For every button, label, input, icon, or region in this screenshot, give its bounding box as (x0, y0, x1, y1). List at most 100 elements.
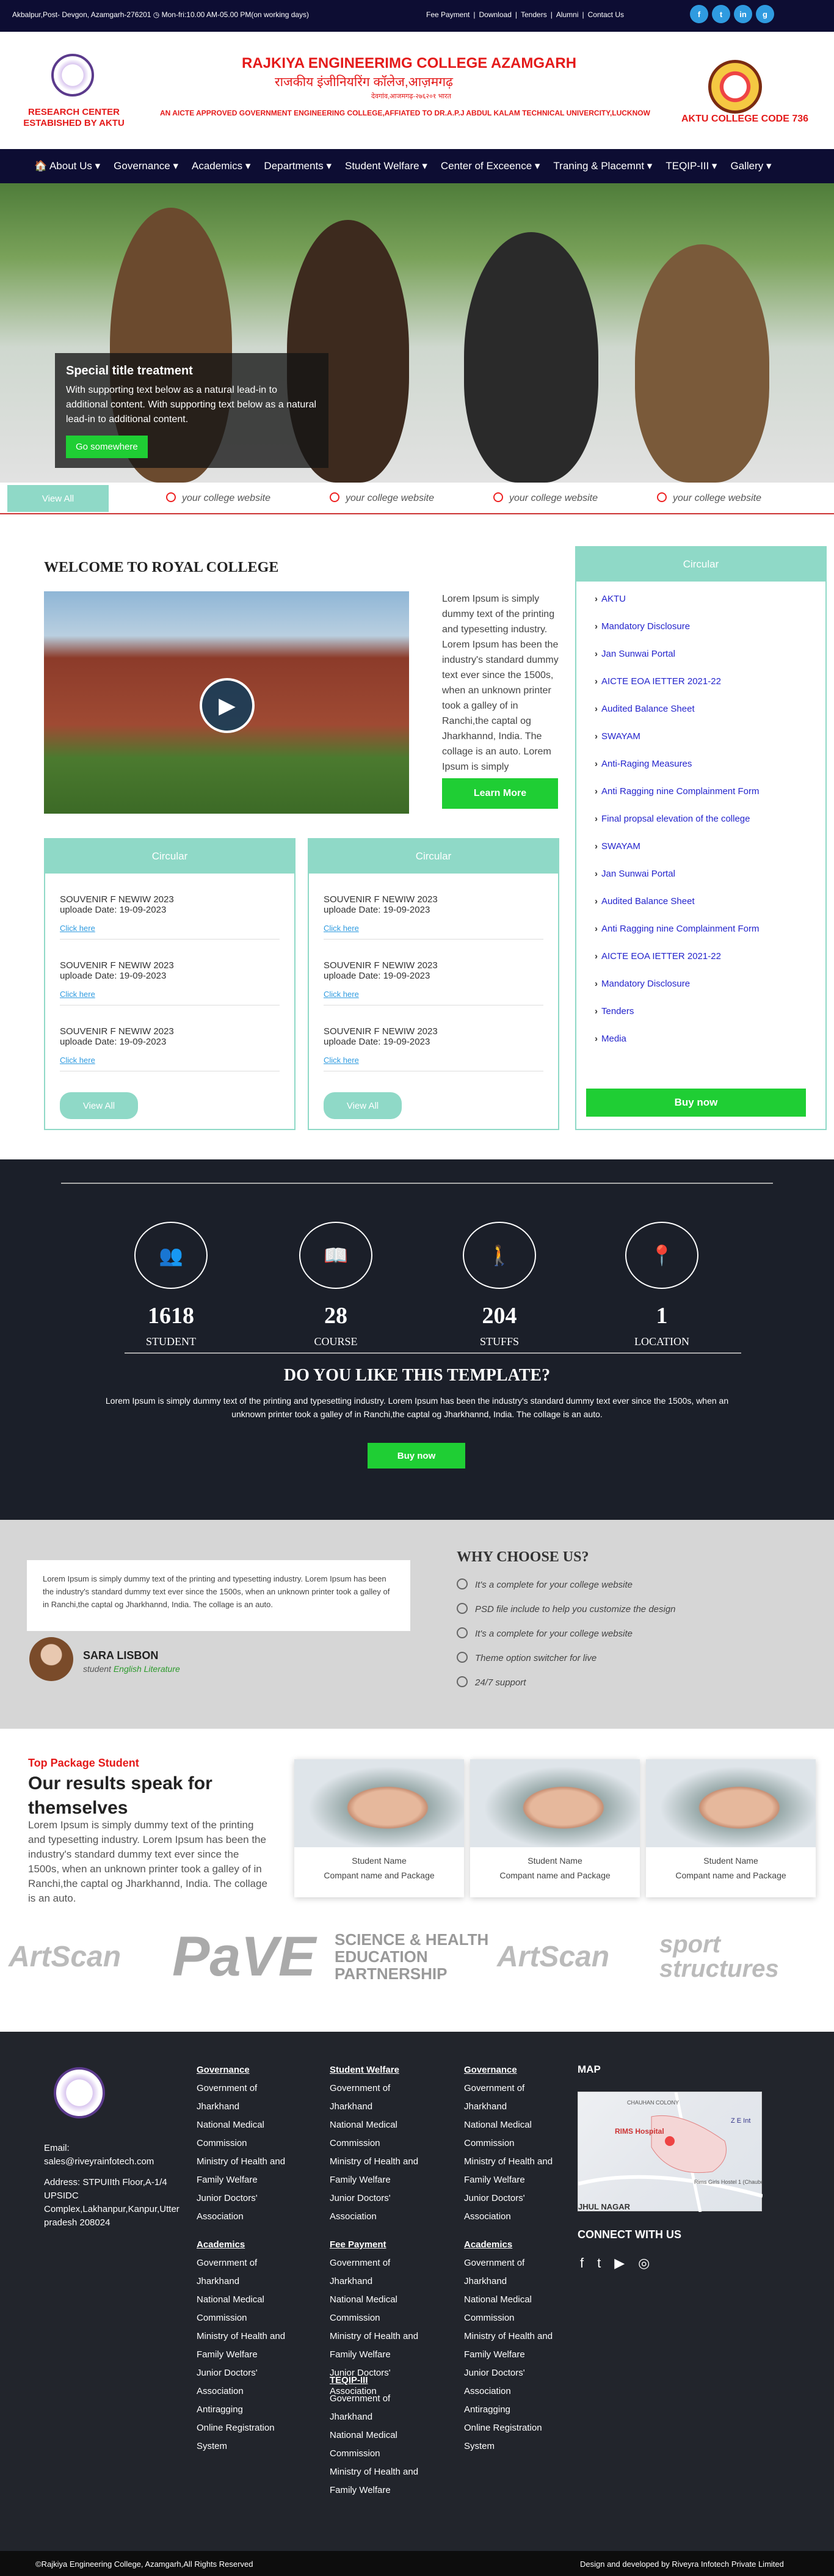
side-link[interactable]: › SWAYAM (595, 841, 825, 869)
footer-email[interactable]: Email: sales@riveyrainfotech.com (44, 2142, 166, 2169)
footer-column-title[interactable]: Academics (464, 2236, 562, 2254)
view-all-button[interactable]: View All (60, 1092, 138, 1119)
click-here-link[interactable]: Click here (60, 1056, 280, 1071)
side-link[interactable]: › Audited Balance Sheet (595, 896, 825, 924)
footer-link[interactable]: National Medical Commission (330, 2291, 427, 2327)
go-somewhere-button[interactable]: Go somewhere (66, 436, 148, 458)
footer-link[interactable]: Online Registration System (464, 2419, 562, 2456)
ticker-item[interactable]: your college website (657, 492, 761, 504)
play-icon[interactable]: ▶ (200, 678, 255, 733)
footer-link[interactable]: Junior Doctors' Association (330, 2189, 427, 2226)
side-link[interactable]: › Tenders (595, 1006, 825, 1034)
nav-governance[interactable]: Governance ▾ (114, 160, 178, 172)
footer-column-title[interactable]: Student Welfare (330, 2061, 427, 2079)
footer-column-title[interactable]: TEQIP-III (330, 2371, 427, 2390)
google-icon[interactable]: g (756, 5, 774, 23)
side-link[interactable]: › Anti Ragging nine Complainment Form (595, 924, 825, 951)
youtube-icon[interactable]: ▶ (614, 2255, 625, 2271)
fee-payment-link[interactable]: Fee Payment (426, 10, 470, 19)
footer-link[interactable]: Ministry of Health and Family Welfare (197, 2153, 294, 2189)
buy-now-button[interactable]: Buy now (586, 1089, 806, 1117)
footer-link[interactable]: National Medical Commission (464, 2291, 562, 2327)
footer-link[interactable]: Antiragging (197, 2401, 294, 2419)
twitter-icon[interactable]: t (712, 5, 730, 23)
side-link[interactable]: › Anti Ragging nine Complainment Form (595, 786, 825, 814)
footer-link[interactable]: Antiragging (464, 2401, 562, 2419)
student-card[interactable]: Student Name Compant name and Package (294, 1759, 464, 1897)
instagram-icon[interactable]: ◎ (638, 2255, 650, 2271)
footer-column-title[interactable]: Governance (464, 2061, 562, 2079)
location-map[interactable]: CHAUHAN COLONY RIMS Hospital Z E Int Rim… (578, 2092, 775, 2213)
side-link[interactable]: › Jan Sunwai Portal (595, 869, 825, 896)
footer-link[interactable]: National Medical Commission (464, 2116, 562, 2153)
footer-link[interactable]: National Medical Commission (197, 2116, 294, 2153)
nav-gallery[interactable]: Gallery ▾ (730, 160, 771, 172)
contact-link[interactable]: Contact Us (588, 10, 624, 19)
side-link[interactable]: › AKTU (595, 594, 825, 621)
side-link[interactable]: › Mandatory Disclosure (595, 979, 825, 1006)
ticker-item[interactable]: your college website (330, 492, 434, 504)
download-link[interactable]: Download (479, 10, 512, 19)
view-all-button[interactable]: View All (324, 1092, 402, 1119)
side-link[interactable]: › Media (595, 1034, 825, 1061)
footer-link[interactable]: Ministry of Health and Family Welfare (197, 2327, 294, 2364)
footer-column-title[interactable]: Governance (197, 2061, 294, 2079)
footer-link[interactable]: Junior Doctors' Association (464, 2364, 562, 2401)
promo-buy-button[interactable]: Buy now (368, 1443, 465, 1469)
footer-link[interactable]: Government of Jharkhand (197, 2079, 294, 2116)
side-link[interactable]: › SWAYAM (595, 731, 825, 759)
footer-column-title[interactable]: Fee Payment (330, 2236, 427, 2254)
nav-academics[interactable]: Academics ▾ (192, 160, 250, 172)
facebook-icon[interactable]: f (690, 5, 708, 23)
footer-link[interactable]: National Medical Commission (330, 2426, 427, 2463)
footer-column-title[interactable]: Academics (197, 2236, 294, 2254)
student-card[interactable]: Student Name Compant name and Package (646, 1759, 816, 1897)
nav-about[interactable]: 🏠 About Us ▾ (34, 160, 100, 172)
footer-link[interactable]: Junior Doctors' Association (197, 2364, 294, 2401)
click-here-link[interactable]: Click here (324, 990, 543, 1005)
student-card[interactable]: Student Name Compant name and Package (470, 1759, 640, 1897)
nav-student-welfare[interactable]: Student Welfare ▾ (345, 160, 427, 172)
alumni-link[interactable]: Alumni (556, 10, 579, 19)
side-link[interactable]: › Final propsal elevation of the college (595, 814, 825, 841)
tenders-link[interactable]: Tenders (521, 10, 547, 19)
facebook-icon[interactable]: f (580, 2255, 584, 2271)
footer-link[interactable]: National Medical Commission (197, 2291, 294, 2327)
click-here-link[interactable]: Click here (324, 1056, 543, 1071)
footer-link[interactable]: Ministry of Health and Family Welfare (330, 2153, 427, 2189)
ticker-item[interactable]: your college website (493, 492, 598, 504)
nav-training-placement[interactable]: Traning & Placemnt ▾ (553, 160, 652, 172)
footer-link[interactable]: Junior Doctors' Association (464, 2189, 562, 2226)
footer-link[interactable]: Government of Jharkhand (464, 2079, 562, 2116)
footer-link[interactable]: Junior Doctors' Association (197, 2189, 294, 2226)
nav-teqip[interactable]: TEQIP-III ▾ (665, 160, 717, 172)
nav-departments[interactable]: Departments ▾ (264, 160, 332, 172)
linkedin-icon[interactable]: in (734, 5, 752, 23)
learn-more-button[interactable]: Learn More (442, 778, 558, 809)
ticker-item[interactable]: your college website (166, 492, 270, 504)
footer-link[interactable]: Government of Jharkhand (330, 2254, 427, 2291)
footer-link[interactable]: Ministry of Health and Family Welfare (464, 2327, 562, 2364)
footer-link[interactable]: Government of Jharkhand (464, 2254, 562, 2291)
side-link[interactable]: › Jan Sunwai Portal (595, 649, 825, 676)
ticker-view-all-button[interactable]: View All (7, 485, 109, 512)
footer-link[interactable]: Ministry of Health and Family Welfare (330, 2327, 427, 2364)
footer-link[interactable]: Government of Jharkhand (197, 2254, 294, 2291)
click-here-link[interactable]: Click here (60, 924, 280, 940)
click-here-link[interactable]: Click here (324, 924, 543, 940)
footer-link[interactable]: Government of Jharkhand (330, 2079, 427, 2116)
footer-link[interactable]: National Medical Commission (330, 2116, 427, 2153)
footer-link[interactable]: Ministry of Health and Family Welfare (330, 2463, 427, 2500)
side-link[interactable]: › AICTE EOA IETTER 2021-22 (595, 676, 825, 704)
side-link[interactable]: › Audited Balance Sheet (595, 704, 825, 731)
nav-center-excellence[interactable]: Center of Exceence ▾ (441, 160, 540, 172)
side-link[interactable]: › AICTE EOA IETTER 2021-22 (595, 951, 825, 979)
twitter-icon[interactable]: t (597, 2255, 601, 2271)
side-link[interactable]: › Anti-Raging Measures (595, 759, 825, 786)
college-logo[interactable] (51, 54, 94, 97)
footer-link[interactable]: Ministry of Health and Family Welfare (464, 2153, 562, 2189)
click-here-link[interactable]: Click here (60, 990, 280, 1005)
footer-link[interactable]: Government of Jharkhand (330, 2390, 427, 2426)
footer-link[interactable]: Online Registration System (197, 2419, 294, 2456)
side-link[interactable]: › Mandatory Disclosure (595, 621, 825, 649)
